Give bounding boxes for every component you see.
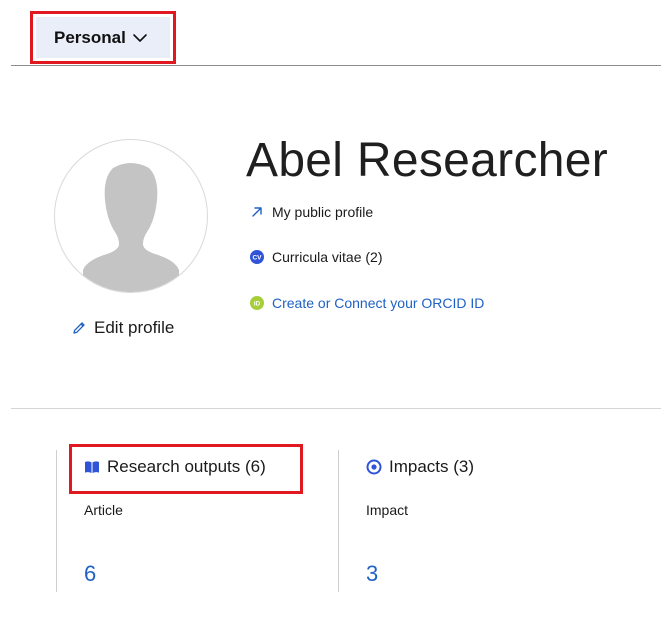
personal-menu-button[interactable]: Personal <box>36 17 170 58</box>
impacts-link[interactable]: Impacts (3) <box>366 457 474 477</box>
avatar-placeholder-icon <box>83 163 179 292</box>
curricula-vitae-link[interactable]: CV Curricula vitae (2) <box>250 249 382 265</box>
profile-name: Abel Researcher <box>246 134 609 187</box>
edit-profile-link[interactable]: Edit profile <box>71 318 174 338</box>
research-outputs-type: Article <box>84 502 123 518</box>
impacts-title: Impacts (3) <box>389 457 475 476</box>
public-profile-label: My public profile <box>272 204 374 220</box>
impacts-type: Impact <box>366 502 409 518</box>
personal-menu-label: Personal <box>54 27 126 47</box>
book-icon <box>84 459 100 475</box>
top-divider <box>11 65 661 66</box>
personal-menu-highlight: Personal <box>30 11 176 64</box>
curricula-vitae-label: Curricula vitae (2) <box>272 249 383 265</box>
public-profile-link[interactable]: My public profile <box>250 204 373 220</box>
stats-column-divider <box>56 450 57 592</box>
orcid-icon: iD <box>250 296 264 310</box>
edit-profile-label: Edit profile <box>94 318 175 337</box>
orcid-badge-text: iD <box>254 301 261 308</box>
impacts-count[interactable]: 3 <box>366 561 378 587</box>
chevron-down-icon <box>132 30 148 46</box>
research-outputs-title: Research outputs (6) <box>107 457 266 476</box>
orcid-connect-link[interactable]: iD Create or Connect your ORCID ID <box>250 295 484 311</box>
research-outputs-count[interactable]: 6 <box>84 561 96 587</box>
arrow-up-right-icon <box>250 205 264 219</box>
orcid-connect-label: Create or Connect your ORCID ID <box>272 295 485 311</box>
cv-badge-icon: CV <box>250 250 264 264</box>
pencil-icon <box>71 320 87 336</box>
research-outputs-link[interactable]: Research outputs (6) <box>84 457 266 477</box>
stats-column-divider <box>338 450 339 592</box>
cv-badge-text: CV <box>252 255 262 262</box>
target-icon <box>366 459 382 475</box>
avatar <box>54 139 208 293</box>
section-divider <box>11 408 661 409</box>
